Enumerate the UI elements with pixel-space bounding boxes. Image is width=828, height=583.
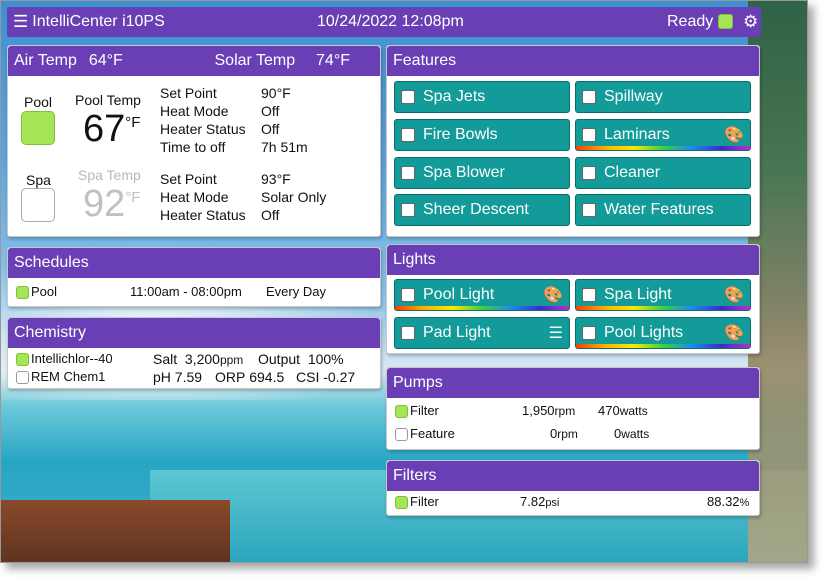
schedule-indicator [16, 286, 29, 300]
spa-info-labels: Set Point Heat Mode Heater Status [160, 171, 246, 223]
chlorinator-row[interactable]: Intellichlor--40 [16, 351, 113, 367]
solar-temp-value: 74°F [316, 52, 350, 69]
schedules-panel: Schedules Pool 11:00am - 08:00pm Every D… [7, 247, 381, 307]
feature-laminars[interactable]: Laminars 🎨 [575, 119, 751, 151]
feature-spillway[interactable]: Spillway [575, 81, 751, 113]
pool-label: Pool [24, 94, 53, 110]
solar-temp-label: Solar Temp [214, 52, 296, 69]
pump-watts: 470watts [598, 403, 648, 418]
schedule-time: 11:00am - 08:00pm [130, 284, 242, 299]
chemistry-panel: Chemistry Intellichlor--40 Salt 3,200ppm… [7, 317, 381, 389]
pool-toggle[interactable] [21, 111, 55, 145]
app-title: IntelliCenter i10PS [32, 13, 165, 30]
spa-label: Spa [26, 172, 51, 188]
features-panel: Features Spa Jets Spillway Fire Bowls La… [386, 45, 760, 237]
chlorinator-indicator [16, 353, 29, 367]
csi-reading: CSI -0.27 [296, 369, 356, 385]
chemistry-header: Chemistry [8, 318, 380, 348]
spa-info-values: 93°F Solar Only Off [261, 171, 327, 223]
features-header: Features [387, 46, 759, 76]
spa-toggle[interactable] [21, 188, 55, 222]
air-temp-label: Air Temp [14, 52, 77, 69]
top-bar: ☰ IntelliCenter i10PS 10/24/2022 12:08pm… [7, 7, 761, 37]
salt-reading: Salt 3,200ppm [153, 351, 244, 367]
filter-pressure: 7.82psi [520, 494, 560, 509]
light-pool-lights[interactable]: Pool Lights 🎨 [575, 317, 751, 349]
feature-spa-jets[interactable]: Spa Jets [394, 81, 570, 113]
filter-row[interactable]: Filter [395, 494, 439, 510]
light-pool-light[interactable]: Pool Light 🎨 [394, 279, 570, 311]
air-temp-value: 64°F [88, 52, 123, 69]
palette-icon[interactable]: 🎨 [724, 125, 744, 145]
temperature-panel: Air Temp 64°F Solar Temp 74°F Pool Pool … [7, 45, 381, 237]
spa-temp-value: 92°F [83, 183, 141, 225]
pump-row[interactable]: Filter [395, 403, 439, 419]
palette-icon[interactable]: 🎨 [724, 285, 744, 305]
palette-icon[interactable]: 🎨 [543, 285, 563, 305]
pump-indicator [395, 405, 408, 419]
schedule-row[interactable]: Pool [16, 284, 57, 300]
ph-reading: pH 7.59 [153, 369, 203, 385]
pool-info-labels: Set Point Heat Mode Heater Status Time to o… [160, 85, 246, 155]
lights-panel: Lights Pool Light 🎨 Spa Light 🎨 Pad Light ☰… [386, 244, 760, 354]
light-spa-light[interactable]: Spa Light 🎨 [575, 279, 751, 311]
output-reading: Output 100% [258, 351, 344, 367]
schedule-days: Every Day [266, 284, 326, 299]
datetime: 10/24/2022 12:08pm [317, 13, 464, 30]
pump-rpm: 0rpm [550, 426, 578, 441]
light-pad-light[interactable]: Pad Light ☰ [394, 317, 570, 349]
chem-controller-row[interactable]: REM Chem1 [16, 369, 105, 385]
schedules-header: Schedules [8, 248, 380, 278]
feature-water-features[interactable]: Water Features [575, 194, 751, 226]
pump-indicator [395, 428, 408, 442]
filters-panel: Filters Filter 7.82psi 88.32% [386, 460, 760, 516]
filter-percent: 88.32% [707, 494, 750, 509]
status-indicator [718, 14, 733, 29]
chem-controller-indicator [16, 371, 29, 385]
pump-row[interactable]: Feature [395, 426, 455, 442]
pumps-header: Pumps [387, 368, 759, 398]
pumps-panel: Pumps Filter 1,950rpm 470watts Feature 0… [386, 367, 760, 450]
pool-temp-value: 67°F [83, 108, 141, 150]
temperature-header: Air Temp 64°F Solar Temp 74°F [8, 46, 380, 76]
gears-icon[interactable]: ⚙ [743, 12, 758, 32]
palette-icon[interactable]: 🎨 [724, 323, 744, 343]
feature-sheer-descent[interactable]: Sheer Descent [394, 194, 570, 226]
pump-rpm: 1,950rpm [522, 403, 576, 418]
filter-indicator [395, 496, 408, 510]
lights-header: Lights [387, 245, 759, 275]
pool-temp-label: Pool Temp [75, 92, 141, 108]
status-text: Ready [667, 13, 714, 30]
sliders-icon[interactable]: ☰ [549, 323, 563, 343]
feature-spa-blower[interactable]: Spa Blower [394, 157, 570, 189]
orp-reading: ORP 694.5 [215, 369, 285, 385]
feature-cleaner[interactable]: Cleaner [575, 157, 751, 189]
spa-temp-label: Spa Temp [78, 167, 141, 183]
hamburger-icon[interactable]: ☰ [13, 12, 28, 32]
filters-header: Filters [387, 461, 759, 491]
feature-fire-bowls[interactable]: Fire Bowls [394, 119, 570, 151]
pump-watts: 0watts [614, 426, 650, 441]
pool-info-values: 90°F Off Off 7h 51m [261, 85, 308, 155]
